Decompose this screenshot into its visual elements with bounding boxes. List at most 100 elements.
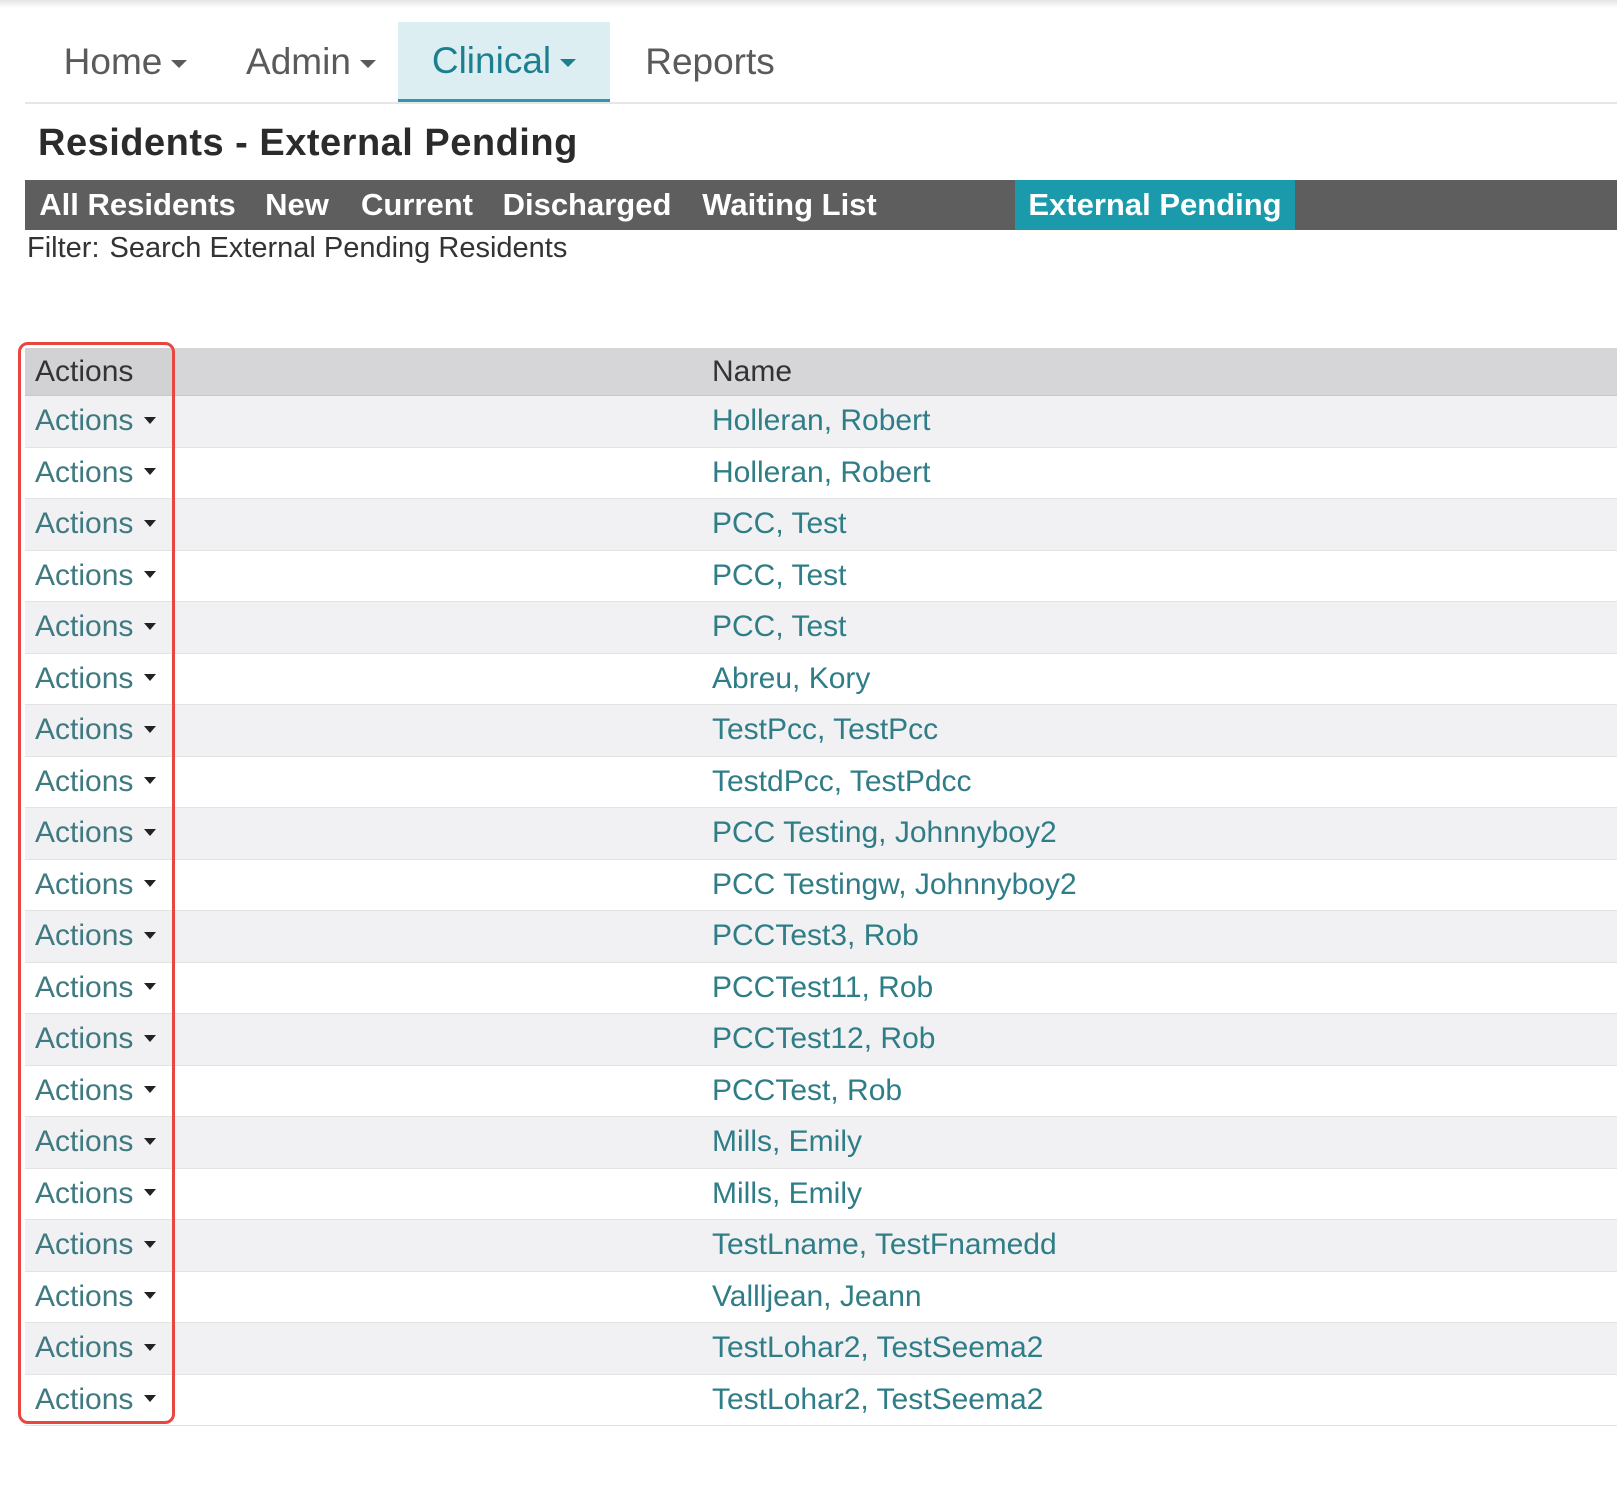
row-actions-dropdown[interactable]: Actions	[35, 396, 157, 447]
resident-name-link[interactable]: Holleran, Robert	[712, 448, 930, 499]
table-row: Actions PCCTest3, Rob	[25, 911, 1617, 963]
table-row: Actions Holleran, Robert	[25, 396, 1617, 448]
resident-name-link[interactable]: Mills, Emily	[712, 1169, 862, 1220]
table-row: Actions PCC, Test	[25, 499, 1617, 551]
resident-name-link[interactable]: Abreu, Kory	[712, 654, 870, 705]
resident-name-link[interactable]: PCCTest11, Rob	[712, 963, 933, 1014]
table-row: Actions TestdPcc, TestPdcc	[25, 756, 1617, 808]
tab-current[interactable]: Current	[352, 180, 482, 230]
row-actions-dropdown[interactable]: Actions	[35, 705, 157, 756]
resident-name-link[interactable]: PCC, Test	[712, 551, 847, 602]
resident-name-link[interactable]: TestdPcc, TestPdcc	[712, 757, 972, 808]
row-actions-dropdown[interactable]: Actions	[35, 808, 157, 859]
page-title: Residents - External Pending	[38, 122, 578, 164]
table-row: Actions PCC Testing, Johnnyboy2	[25, 808, 1617, 860]
caret-down-icon	[144, 777, 157, 785]
filter-line: Filter: Search External Pending Residents	[27, 232, 567, 265]
tab-label: Current	[361, 187, 473, 222]
row-actions-dropdown[interactable]: Actions	[35, 1169, 157, 1220]
row-actions-dropdown[interactable]: Actions	[35, 1220, 157, 1271]
actions-column-header[interactable]: Actions	[25, 348, 173, 395]
row-actions-dropdown[interactable]: Actions	[35, 654, 157, 705]
row-actions-dropdown[interactable]: Actions	[35, 1323, 157, 1374]
row-actions-dropdown[interactable]: Actions	[35, 1117, 157, 1168]
resident-name-link[interactable]: PCC, Test	[712, 499, 847, 550]
row-actions-dropdown[interactable]: Actions	[35, 602, 157, 653]
resident-name-link[interactable]: PCC, Test	[712, 602, 847, 653]
resident-name-link[interactable]: TestLohar2, TestSeema2	[712, 1375, 1043, 1426]
caret-down-icon	[144, 880, 157, 888]
table-row: Actions TestPcc, TestPcc	[25, 705, 1617, 757]
caret-down-icon	[144, 1137, 157, 1145]
tab-waiting-list[interactable]: Waiting List	[692, 180, 887, 230]
resident-name-link[interactable]: TestPcc, TestPcc	[712, 705, 938, 756]
chevron-down-icon	[359, 60, 376, 68]
row-actions-label: Actions	[35, 1176, 134, 1210]
nav-admin[interactable]: Admin	[230, 22, 392, 102]
table-row: Actions PCCTest, Rob	[25, 1065, 1617, 1117]
resident-name-link[interactable]: Mills, Emily	[712, 1117, 862, 1168]
table-row: Actions Abreu, Kory	[25, 653, 1617, 705]
table-header: Actions Name	[25, 348, 1617, 396]
resident-name-link[interactable]: Vallljean, Jeann	[712, 1272, 922, 1323]
resident-name-link[interactable]: PCCTest, Rob	[712, 1066, 902, 1117]
table-row: Actions Vallljean, Jeann	[25, 1271, 1617, 1323]
row-actions-label: Actions	[35, 507, 134, 541]
resident-name-link[interactable]: PCCTest12, Rob	[712, 1014, 935, 1065]
caret-down-icon	[144, 1343, 157, 1351]
nav-reports[interactable]: Reports	[625, 22, 795, 102]
resident-name-link[interactable]: Holleran, Robert	[712, 396, 930, 447]
nav-home[interactable]: Home	[48, 22, 203, 102]
tab-label: Discharged	[502, 187, 672, 222]
filter-search-text[interactable]: Search External Pending Residents	[110, 232, 568, 264]
caret-down-icon	[144, 416, 157, 424]
table-row: Actions PCC Testingw, Johnnyboy2	[25, 859, 1617, 911]
name-column-header[interactable]: Name	[712, 348, 792, 395]
tab-discharged[interactable]: Discharged	[497, 180, 677, 230]
row-actions-dropdown[interactable]: Actions	[35, 551, 157, 602]
resident-name-link[interactable]: TestLname, TestFnamedd	[712, 1220, 1057, 1271]
caret-down-icon	[144, 674, 157, 682]
filter-label: Filter:	[27, 232, 100, 264]
resident-name-link[interactable]: TestLohar2, TestSeema2	[712, 1323, 1043, 1374]
resident-name-link[interactable]: PCCTest3, Rob	[712, 911, 919, 962]
table-row: Actions PCC, Test	[25, 602, 1617, 654]
caret-down-icon	[144, 1240, 157, 1248]
tab-label: New	[265, 187, 329, 222]
resident-name-link[interactable]: PCC Testing, Johnnyboy2	[712, 808, 1057, 859]
row-actions-dropdown[interactable]: Actions	[35, 860, 157, 911]
nav-admin-label: Admin	[246, 41, 351, 82]
tab-external-pending[interactable]: External Pending	[1015, 180, 1295, 230]
row-actions-dropdown[interactable]: Actions	[35, 448, 157, 499]
caret-down-icon	[144, 468, 157, 476]
caret-down-icon	[144, 571, 157, 579]
row-actions-label: Actions	[35, 919, 134, 953]
row-actions-label: Actions	[35, 661, 134, 695]
caret-down-icon	[144, 1292, 157, 1300]
table-row: Actions Mills, Emily	[25, 1117, 1617, 1169]
row-actions-label: Actions	[35, 1073, 134, 1107]
row-actions-dropdown[interactable]: Actions	[35, 1375, 157, 1426]
row-actions-dropdown[interactable]: Actions	[35, 1066, 157, 1117]
caret-down-icon	[144, 725, 157, 733]
table-row: Actions TestLohar2, TestSeema2	[25, 1374, 1617, 1426]
tab-all-residents[interactable]: All Residents	[25, 180, 250, 230]
nav-clinical[interactable]: Clinical	[398, 22, 610, 102]
tab-new[interactable]: New	[257, 180, 337, 230]
row-actions-label: Actions	[35, 867, 134, 901]
table-row: Actions PCC, Test	[25, 550, 1617, 602]
row-actions-dropdown[interactable]: Actions	[35, 757, 157, 808]
row-actions-dropdown[interactable]: Actions	[35, 1272, 157, 1323]
row-actions-dropdown[interactable]: Actions	[35, 1014, 157, 1065]
row-actions-label: Actions	[35, 1382, 134, 1416]
row-actions-dropdown[interactable]: Actions	[35, 499, 157, 550]
main-nav: Home Admin Clinical Reports	[25, 22, 1617, 104]
row-actions-dropdown[interactable]: Actions	[35, 963, 157, 1014]
row-actions-label: Actions	[35, 558, 134, 592]
chevron-down-icon	[171, 60, 188, 68]
caret-down-icon	[144, 622, 157, 630]
row-actions-label: Actions	[35, 1125, 134, 1159]
resident-name-link[interactable]: PCC Testingw, Johnnyboy2	[712, 860, 1077, 911]
row-actions-label: Actions	[35, 610, 134, 644]
row-actions-dropdown[interactable]: Actions	[35, 911, 157, 962]
